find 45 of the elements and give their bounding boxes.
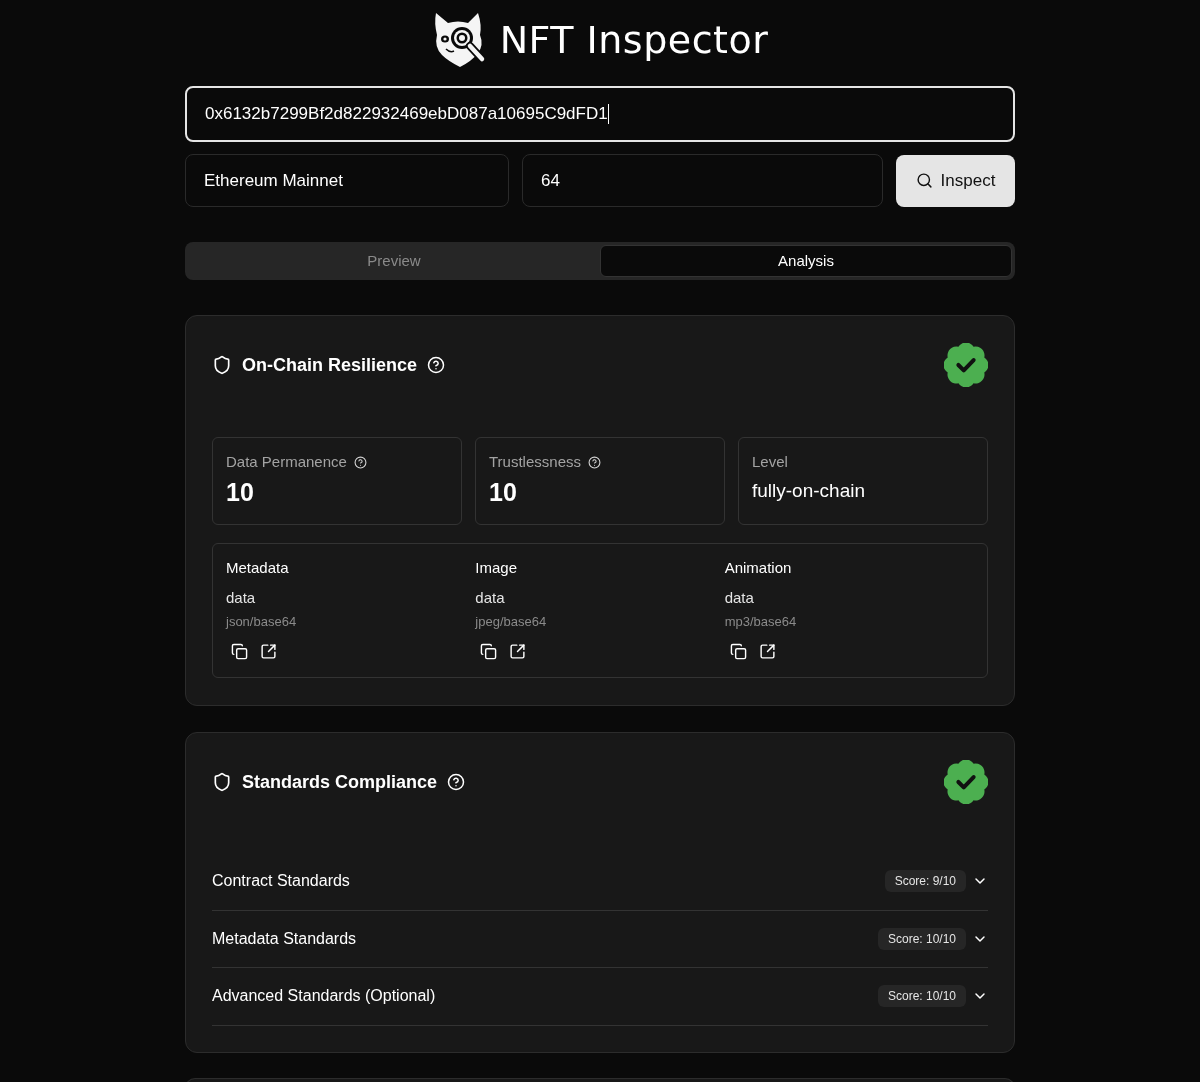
asset-label: Animation (724, 559, 792, 577)
accordion-row[interactable]: Metadata Standards Score: 10/10 (212, 910, 988, 968)
token-id-input[interactable]: 64 (522, 154, 883, 207)
external-link-icon[interactable] (260, 643, 277, 660)
asset-label: Metadata (226, 559, 289, 577)
asset-format: jpeg/base64 (475, 614, 547, 630)
help-icon[interactable] (588, 455, 601, 469)
copy-icon[interactable] (729, 643, 747, 660)
external-link-icon[interactable] (509, 643, 527, 660)
app-title: NFT Inspector (499, 18, 769, 62)
asset-storage: data (226, 589, 256, 607)
score-badge: Score: 10/10 (877, 985, 966, 1008)
inspect-button[interactable]: Inspect (896, 154, 1015, 207)
metric-value: 10 (226, 477, 254, 507)
text-cursor-icon (607, 104, 609, 124)
score-badge: Score: 10/10 (877, 927, 966, 950)
score-badge: Score: 9/10 (884, 870, 966, 893)
tab[interactable]: Analysis (600, 245, 1012, 277)
accordion-title: Metadata Standards (212, 928, 357, 949)
metric-label: Data Permanence (226, 453, 347, 471)
section-title: On-Chain Resilience (242, 353, 418, 377)
asset-format: json/base64 (226, 614, 297, 630)
metric-value: fully-on-chain (752, 479, 865, 503)
external-link-icon[interactable] (758, 643, 776, 660)
asset-storage: data (724, 589, 754, 607)
shield-icon (212, 772, 232, 792)
accordion-title: Advanced Standards (Optional) (212, 986, 436, 1007)
help-icon[interactable] (353, 455, 367, 469)
section-title: Standards Compliance (242, 770, 438, 794)
asset-label: Image (475, 559, 518, 577)
tab[interactable]: Preview (188, 245, 600, 277)
metric-value: 10 (489, 477, 517, 507)
copy-icon[interactable] (480, 643, 498, 660)
accordion-row[interactable]: Contract Standards Score: 9/10 (212, 853, 988, 911)
shield-icon (212, 355, 232, 375)
asset-format: mp3/base64 (724, 614, 797, 630)
asset-storage: data (475, 589, 505, 607)
accordion-title: Contract Standards (212, 871, 350, 892)
metric-label: Trustlessness (489, 453, 581, 471)
network-select[interactable]: Ethereum Mainnet (185, 154, 509, 207)
copy-icon[interactable] (231, 643, 248, 660)
accordion-row[interactable]: Advanced Standards (Optional) Score: 10/10 (212, 968, 988, 1026)
search-icon (915, 172, 933, 189)
address-input[interactable]: 0x6132b7299Bf2d822932469ebD087a10695C9dFD1 (185, 86, 1015, 142)
metric-label: Level (752, 453, 788, 471)
